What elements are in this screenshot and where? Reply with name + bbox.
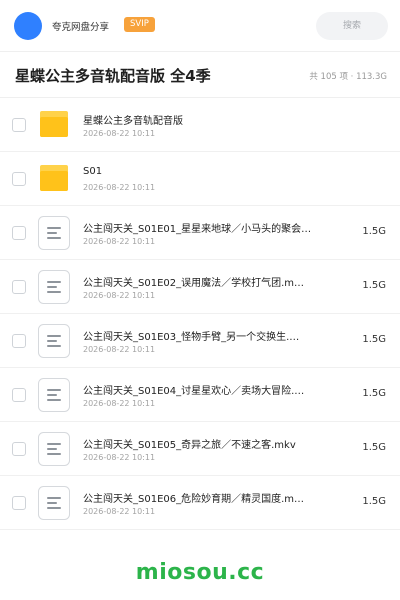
file-name[interactable]: 星蝶公主多音轨配音版 (83, 112, 333, 127)
file-size: 1.5G (362, 226, 386, 237)
file-name[interactable]: 公主闯天关_S01E02_误用魔法／学校打气团.m… (83, 274, 333, 289)
file-date: 2026-08-22 10:11 (83, 291, 156, 300)
folder-icon (38, 108, 70, 142)
file-name[interactable]: 公主闯天关_S01E03_怪物手臂_另一个交换生.… (83, 328, 333, 343)
folder-title-bar: 星蝶公主多音轨配音版 全4季 共 105 项 · 113.3G (0, 52, 400, 98)
row-checkbox[interactable] (12, 388, 26, 402)
folder-icon (38, 162, 70, 196)
file-date: 2026-08-22 10:11 (83, 453, 156, 462)
file-size: 1.5G (362, 496, 386, 507)
file-name[interactable]: 公主闯天关_S01E01_星星来地球／小马头的聚会… (83, 220, 333, 235)
file-size: 1.5G (362, 280, 386, 291)
file-date: 2026-08-22 10:11 (83, 399, 156, 408)
row-checkbox[interactable] (12, 226, 26, 240)
watermark: miosou.cc (135, 560, 265, 585)
row-checkbox[interactable] (12, 442, 26, 456)
document-icon (38, 324, 70, 358)
file-row[interactable]: 公主闯天关_S01E06_危险妙育期／精灵国度.m… 2026-08-22 10:… (0, 476, 400, 530)
share-name: 夸克网盘分享 (52, 22, 110, 33)
file-row[interactable]: 公主闯天关_S01E04_讨星星欢心／卖场大冒险.… 2026-08-22 10:… (0, 368, 400, 422)
row-checkbox[interactable] (12, 172, 26, 186)
row-checkbox[interactable] (12, 334, 26, 348)
document-icon (38, 270, 70, 304)
avatar[interactable] (14, 12, 42, 40)
document-icon (38, 216, 70, 250)
folder-row[interactable]: 星蝶公主多音轨配音版 2026-08-22 10:11 (0, 98, 400, 152)
share-header: 夸克网盘分享 SVIP 搜索 (0, 0, 400, 52)
search-input[interactable]: 搜索 (316, 12, 388, 40)
file-date: 2026-08-22 10:11 (83, 183, 156, 192)
row-checkbox[interactable] (12, 280, 26, 294)
row-checkbox[interactable] (12, 118, 26, 132)
document-icon (38, 432, 70, 466)
file-date: 2026-08-22 10:11 (83, 237, 156, 246)
svip-badge: SVIP (124, 17, 155, 32)
file-name[interactable]: 公主闯天关_S01E04_讨星星欢心／卖场大冒险.… (83, 382, 333, 397)
file-name[interactable]: 公主闯天关_S01E06_危险妙育期／精灵国度.m… (83, 490, 333, 505)
file-size: 1.5G (362, 388, 386, 399)
file-summary: 共 105 项 · 113.3G (309, 72, 387, 82)
file-date: 2026-08-22 10:11 (83, 507, 156, 516)
file-name[interactable]: 公主闯天关_S01E05_奇异之旅／不速之客.mkv (83, 436, 333, 451)
file-size: 1.5G (362, 442, 386, 453)
file-name[interactable]: S01 (83, 166, 333, 177)
row-checkbox[interactable] (12, 496, 26, 510)
file-date: 2026-08-22 10:11 (83, 345, 156, 354)
file-date: 2026-08-22 10:11 (83, 129, 156, 138)
document-icon (38, 486, 70, 520)
file-row[interactable]: 公主闯天关_S01E05_奇异之旅／不速之客.mkv 2026-08-22 10:… (0, 422, 400, 476)
page-title: 星蝶公主多音轨配音版 全4季 (15, 67, 211, 85)
file-row[interactable]: 公主闯天关_S01E02_误用魔法／学校打气团.m… 2026-08-22 10:… (0, 260, 400, 314)
document-icon (38, 378, 70, 412)
file-row[interactable]: 公主闯天关_S01E01_星星来地球／小马头的聚会… 2026-08-22 10:… (0, 206, 400, 260)
file-row[interactable]: 公主闯天关_S01E03_怪物手臂_另一个交换生.… 2026-08-22 10:… (0, 314, 400, 368)
file-size: 1.5G (362, 334, 386, 345)
folder-row[interactable]: S01 2026-08-22 10:11 (0, 152, 400, 206)
